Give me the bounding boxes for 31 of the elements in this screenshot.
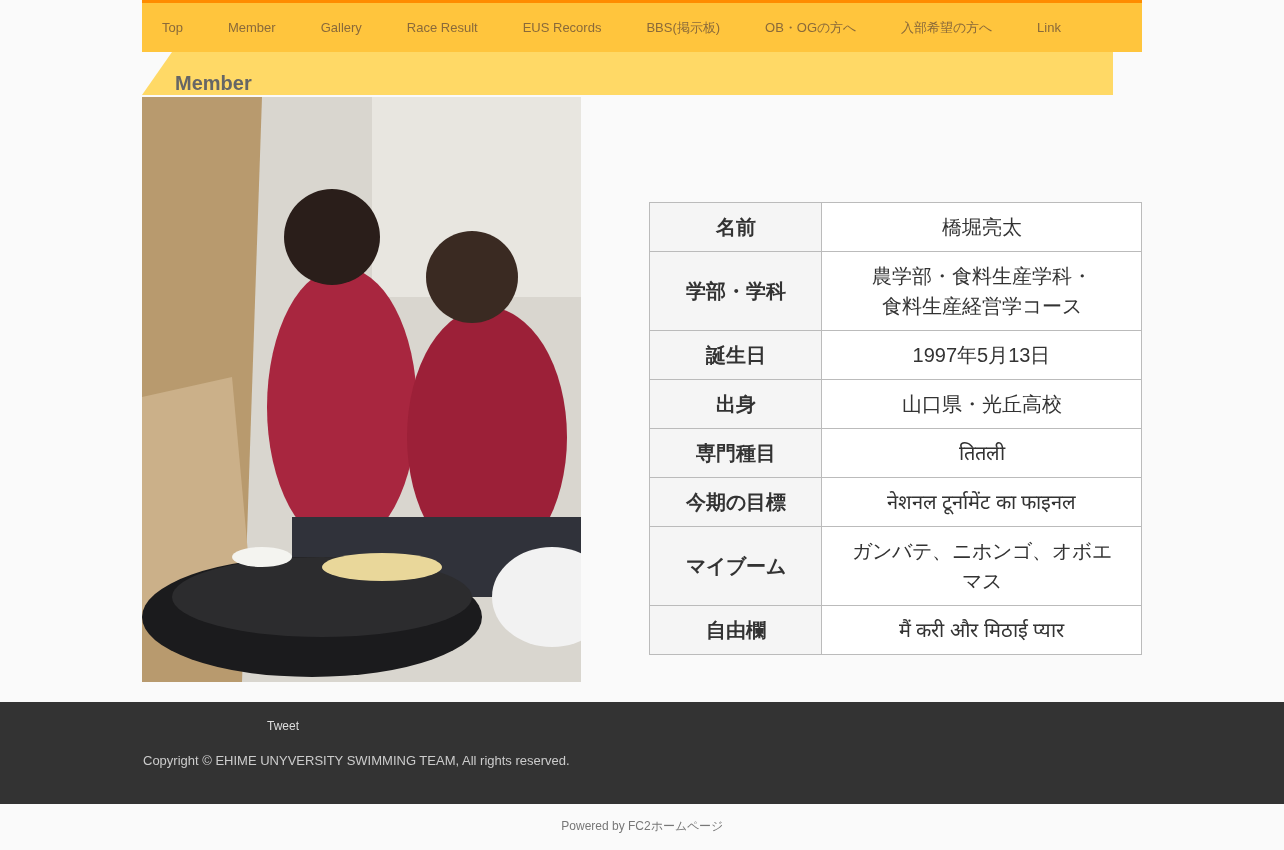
cell-text: 山口県・光丘高校 <box>901 392 1062 417</box>
row-label: 名前 <box>649 202 822 252</box>
nav-link[interactable]: 入部希望の方へ <box>901 18 993 37</box>
nav-link[interactable]: Top <box>162 20 183 35</box>
nav-link[interactable]: Gallery <box>320 20 362 35</box>
cell-text: नेशनल टूर्नामेंट का फाइनल <box>886 490 1077 517</box>
row-label: 専門種目 <box>649 428 822 478</box>
nav-link[interactable]: Link <box>1037 20 1061 35</box>
row-label: マイブーム <box>649 526 822 606</box>
cell-text: ガンバテ、ニホンゴ、オボエ <box>851 539 1112 564</box>
nav-link[interactable]: Race Result <box>406 20 478 35</box>
cell-text: 食料生産経営学コース <box>881 294 1082 319</box>
cell-text: マス <box>961 569 1002 594</box>
nav-link[interactable]: EUS Records <box>522 20 602 35</box>
powered-by-link[interactable]: Powered by FC2ホームページ <box>561 819 723 833</box>
cell-text: 橋堀亮太 <box>941 215 1022 240</box>
cell-text: तितली <box>958 441 1005 466</box>
nav-link[interactable]: OB・OGの方へ <box>765 18 857 37</box>
nav-link[interactable]: Member <box>227 20 276 35</box>
cell-text: 1997年5月13日 <box>912 343 1051 368</box>
cell-text: 農学部・食料生産学科・ <box>871 264 1092 289</box>
cell-text: मैं करी और मिठाई प्यार <box>898 618 1065 643</box>
tweet-link[interactable]: Tweet <box>267 719 1142 733</box>
nav-link[interactable]: BBS(掲示板) <box>646 18 721 37</box>
row-label: 今期の目標 <box>649 477 822 527</box>
row-label: 出身 <box>649 379 822 429</box>
row-label: 学部・学科 <box>649 251 822 331</box>
row-label: 誕生日 <box>649 330 822 380</box>
row-label: 自由欄 <box>649 605 822 655</box>
page-heading: Member <box>174 71 253 95</box>
copyright-text: Copyright © EHIME UNYVERSITY SWIMMING TEAM, All rights reserved. <box>143 753 571 768</box>
